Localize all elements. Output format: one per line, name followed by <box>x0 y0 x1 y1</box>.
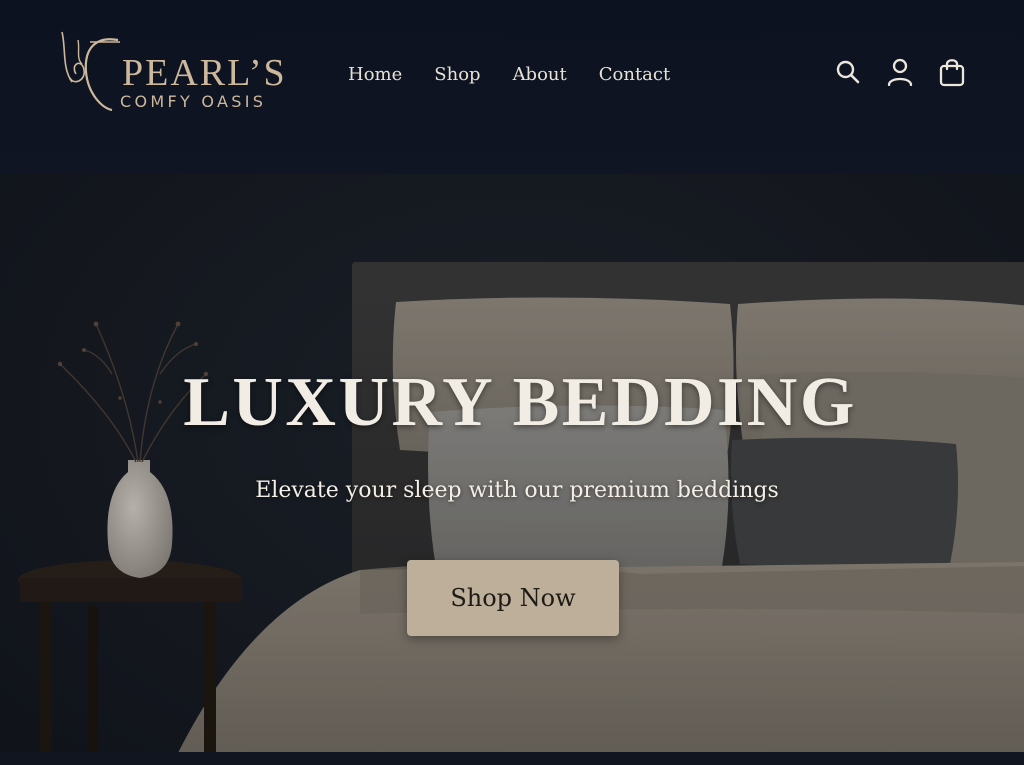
main-nav: Home Shop About Contact <box>348 64 702 86</box>
header-actions <box>834 56 966 88</box>
logo-monogram-icon <box>61 31 120 112</box>
brand-tagline: COMFY OASIS <box>120 92 267 111</box>
shop-now-button[interactable]: Shop Now <box>407 560 619 636</box>
site-header: PEARL’S COMFY OASIS Home Shop About Cont… <box>0 0 1024 174</box>
nav-link-shop[interactable]: Shop <box>434 64 480 86</box>
hero-subtitle: Elevate your sleep with our premium bedd… <box>255 478 779 503</box>
brand-name: PEARL’S <box>122 52 287 94</box>
nav-link-contact[interactable]: Contact <box>599 64 670 86</box>
nav-link-home[interactable]: Home <box>348 64 402 86</box>
shopping-bag-icon[interactable] <box>938 56 966 88</box>
search-icon[interactable] <box>834 56 862 88</box>
brand-logo[interactable]: PEARL’S COMFY OASIS <box>56 28 306 118</box>
hero-bedroom-image <box>0 174 1024 765</box>
hero-title: LUXURY BEDDING <box>183 364 857 441</box>
hero-banner: LUXURY BEDDING Elevate your sleep with o… <box>0 174 1024 765</box>
user-account-icon[interactable] <box>886 56 914 88</box>
nav-link-about[interactable]: About <box>513 64 567 86</box>
page-footer-edge <box>0 752 1024 765</box>
